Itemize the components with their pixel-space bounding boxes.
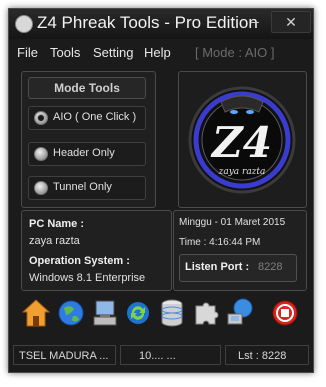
refresh-icon[interactable] [123,296,153,330]
os-label: Operation System : [29,255,130,267]
status-carrier: TSEL MADURA ... [13,345,116,365]
menu-file[interactable]: File [17,45,38,60]
mode-option-tunnel[interactable]: Tunnel Only [28,176,146,200]
puzzle-icon[interactable] [191,296,221,330]
window-title: Z4 Phreak Tools - Pro Edition [37,13,258,32]
listen-port-box: Listen Port : 8228 [179,254,297,282]
computer-icon[interactable] [90,296,120,330]
toolbar [9,292,313,338]
status-bar: TSEL MADURA ... 10.... ... Lst : 8228 [9,345,313,367]
datetime-panel: Minggu - 01 Maret 2015 Time : 4:16:44 PM… [173,210,307,291]
menu-tools[interactable]: Tools [50,45,80,60]
logo-panel: Z4 zaya razta [178,71,307,208]
logo-caption: zaya razta [218,167,266,177]
menu-bar: File Tools Setting Help [ Mode : AIO ] [9,42,313,64]
radio-icon[interactable] [34,147,48,161]
os-value: Windows 8.1 Enterprise [29,272,146,284]
app-window: Z4 Phreak Tools - Pro Edition – ✕ File T… [8,8,314,373]
close-button[interactable]: ✕ [271,11,311,33]
mode-option-label: Header Only [53,147,115,159]
time-value: Time : 4:16:44 PM [179,237,261,248]
status-listen-port: Lst : 8228 [225,345,309,365]
radio-icon[interactable] [34,181,48,195]
mode-option-label: Tunnel Only [53,181,112,193]
menu-help[interactable]: Help [144,45,171,60]
app-icon [15,15,33,33]
database-icon[interactable] [157,296,187,330]
status-ip: 10.... ... [120,345,221,365]
mode-tools-title: Mode Tools [28,77,146,99]
globe-icon[interactable] [56,296,86,330]
listen-port-value: 8228 [258,261,283,273]
logo-text: Z4 [210,118,272,167]
home-icon[interactable] [21,296,51,330]
mode-option-aio[interactable]: AIO ( One Click ) [28,106,146,130]
menu-setting[interactable]: Setting [93,45,133,60]
date-value: Minggu - 01 Maret 2015 [179,217,286,228]
system-info-panel: PC Name : zaya razta Operation System : … [21,210,172,291]
pc-name-value: zaya razta [29,235,80,247]
mode-option-header[interactable]: Header Only [28,142,146,166]
minimize-button[interactable]: – [243,11,267,31]
title-bar: Z4 Phreak Tools - Pro Edition – ✕ [9,9,313,39]
mode-indicator: [ Mode : AIO ] [195,45,275,60]
stop-icon[interactable] [270,296,300,330]
mode-option-label: AIO ( One Click ) [53,111,137,123]
pc-name-label: PC Name : [29,218,85,230]
radio-selected-icon[interactable] [34,111,48,125]
listen-port-label: Listen Port : [185,261,250,273]
network-icon[interactable] [225,296,255,330]
mode-tools-panel: Mode Tools AIO ( One Click ) Header Only… [21,71,156,208]
z4-logo: Z4 zaya razta [188,86,296,194]
